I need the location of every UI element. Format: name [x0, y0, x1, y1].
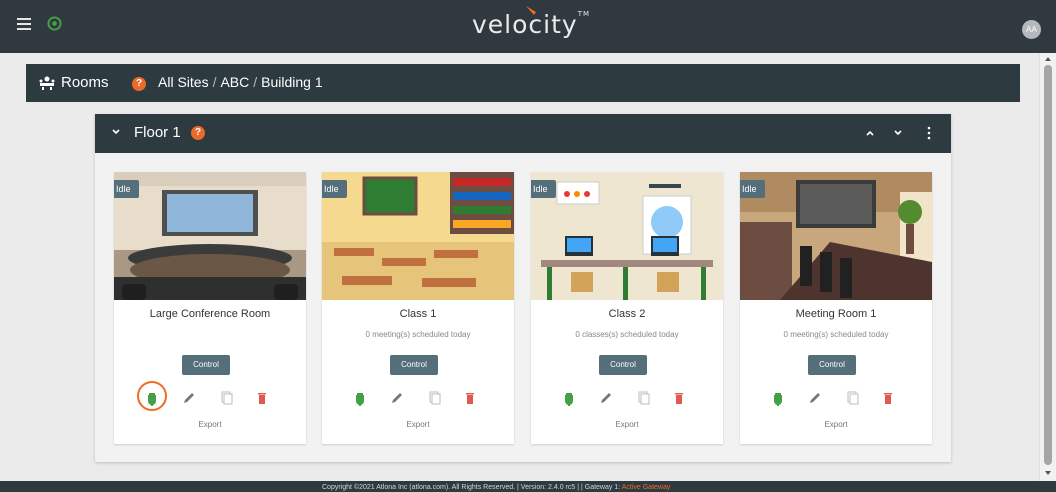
room-card[interactable]: Idle Large Conference Room Control Expor… [114, 172, 306, 444]
gateway-status[interactable]: Active Gateway [622, 484, 671, 491]
top-navbar: velocityTM AA [0, 0, 1056, 53]
floor-header: Floor 1 ? [95, 114, 951, 153]
footer-text: Copyright ©2021 Atlona Inc (atlona.com).… [322, 482, 670, 492]
power-icon[interactable] [144, 390, 160, 406]
export-link[interactable]: Export [322, 420, 514, 429]
rooms-icon [39, 76, 55, 90]
chevron-down-icon[interactable] [111, 127, 121, 137]
trash-icon[interactable] [880, 390, 896, 406]
export-link[interactable]: Export [740, 420, 932, 429]
room-name: Class 1 [399, 308, 437, 320]
copy-icon[interactable] [844, 390, 860, 406]
room-image-computer-class: Idle [531, 172, 723, 300]
room-image-classroom: Idle [322, 172, 514, 300]
pencil-icon[interactable] [389, 390, 405, 406]
breadcrumb: All Sites / ABC / Building 1 [158, 74, 323, 90]
copy-icon[interactable] [635, 390, 651, 406]
room-card[interactable]: Idle Class 1 0 meeting(s) scheduled toda… [322, 172, 514, 444]
status-badge: Idle [531, 180, 556, 198]
export-link[interactable]: Export [114, 420, 306, 429]
chevron-down-icon[interactable] [893, 128, 903, 138]
power-icon[interactable] [352, 390, 368, 406]
status-badge: Idle [322, 180, 347, 198]
room-actions [114, 386, 306, 410]
scroll-down-arrow-icon[interactable] [1045, 471, 1051, 475]
room-actions [740, 386, 932, 410]
floor-help-icon[interactable]: ? [191, 126, 205, 140]
vertical-scrollbar[interactable] [1039, 53, 1056, 481]
more-vertical-icon[interactable] [926, 126, 932, 140]
room-actions [322, 386, 514, 410]
rooms-header-bar: Rooms ? All Sites / ABC / Building 1 [26, 64, 1020, 102]
scroll-up-arrow-icon[interactable] [1045, 57, 1051, 61]
breadcrumb-building[interactable]: Building 1 [261, 74, 323, 90]
control-button[interactable]: Control [182, 355, 230, 375]
export-link[interactable]: Export [531, 420, 723, 429]
chevron-up-icon[interactable] [865, 128, 875, 138]
footer: Copyright ©2021 Atlona Inc (atlona.com).… [0, 481, 1056, 492]
hamburger-icon[interactable] [17, 18, 31, 30]
footer-copyright: Copyright ©2021 Atlona Inc (atlona.com).… [322, 484, 622, 491]
velocity-logo: velocityTM [472, 6, 591, 44]
pencil-icon[interactable] [807, 390, 823, 406]
room-schedule: 0 meeting(s) scheduled today [365, 330, 471, 339]
pencil-icon[interactable] [181, 390, 197, 406]
status-badge: Idle [740, 180, 765, 198]
control-button[interactable]: Control [808, 355, 856, 375]
user-avatar[interactable]: AA [1022, 20, 1041, 39]
breadcrumb-abc[interactable]: ABC [220, 74, 249, 90]
control-button[interactable]: Control [599, 355, 647, 375]
logo-trademark: TM [577, 10, 591, 18]
room-image-meeting-room: Idle [740, 172, 932, 300]
room-schedule: 0 meeting(s) scheduled today [783, 330, 889, 339]
breadcrumb-all-sites[interactable]: All Sites [158, 74, 209, 90]
room-schedule: 0 classes(s) scheduled today [575, 330, 679, 339]
copy-icon[interactable] [426, 390, 442, 406]
trash-icon[interactable] [671, 390, 687, 406]
trash-icon[interactable] [462, 390, 478, 406]
breadcrumb-separator: / [253, 74, 258, 90]
floor-title: Floor 1 [134, 124, 181, 141]
scroll-thumb[interactable] [1044, 65, 1052, 465]
power-icon[interactable] [770, 390, 786, 406]
floor-panel: Floor 1 ? Idle Large Conference Room Con… [95, 114, 951, 462]
room-card[interactable]: Idle Class 2 0 classes(s) scheduled toda… [531, 172, 723, 444]
globe-icon[interactable] [47, 16, 62, 31]
logo-swoosh-icon [526, 6, 536, 15]
pencil-icon[interactable] [598, 390, 614, 406]
breadcrumb-separator: / [212, 74, 217, 90]
room-actions [531, 386, 723, 410]
rooms-help-icon[interactable]: ? [132, 77, 146, 91]
room-image-conference: Idle [114, 172, 306, 300]
copy-icon[interactable] [218, 390, 234, 406]
room-name: Large Conference Room [149, 308, 271, 320]
room-name: Meeting Room 1 [795, 308, 877, 320]
status-badge: Idle [114, 180, 139, 198]
room-card[interactable]: Idle Meeting Room 1 0 meeting(s) schedul… [740, 172, 932, 444]
main-content: Rooms ? All Sites / ABC / Building 1 Floor 1… [9, 53, 1039, 481]
room-name: Class 2 [608, 308, 646, 320]
control-button[interactable]: Control [390, 355, 438, 375]
power-icon[interactable] [561, 390, 577, 406]
trash-icon[interactable] [254, 390, 270, 406]
rooms-title: Rooms [61, 74, 109, 91]
